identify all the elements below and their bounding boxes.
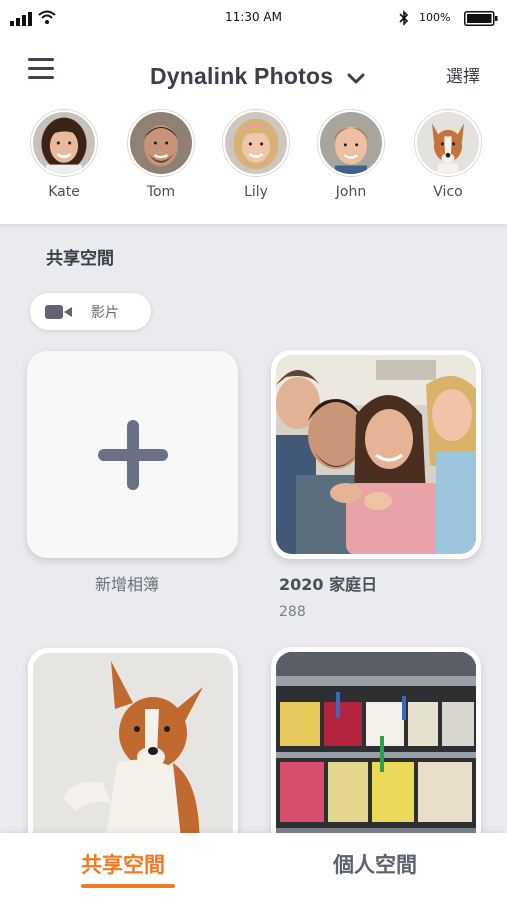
menu-button[interactable]: [26, 54, 58, 82]
person-name: Tom: [146, 184, 176, 200]
menu-icon-bar: [28, 58, 54, 61]
people-row: Kate Tom Lily John Vico: [0, 110, 507, 214]
avatar: [223, 110, 289, 176]
album-count: 288: [279, 604, 306, 620]
status-bar: 11:30 AM 100%: [0, 0, 507, 36]
bluetooth-icon: [399, 10, 409, 26]
album-cover: [276, 355, 476, 554]
avatar: [415, 110, 481, 176]
menu-icon-bar: [28, 67, 54, 70]
person-name: Vico: [433, 184, 463, 200]
page-title: Dynalink Photos: [150, 62, 334, 89]
plus-icon: [97, 419, 168, 490]
new-album-card[interactable]: [27, 351, 238, 558]
active-tab-indicator: [81, 884, 175, 888]
chevron-down-icon: [347, 73, 365, 84]
menu-icon-bar: [28, 76, 54, 79]
album-cover: [276, 652, 476, 856]
person-john[interactable]: John: [311, 110, 391, 200]
album-cover: [33, 653, 233, 857]
album-card-gelato[interactable]: [271, 647, 481, 861]
new-album-label: 新增相簿: [95, 575, 160, 594]
album-space-dropdown[interactable]: Dynalink Photos: [150, 58, 365, 94]
person-vico[interactable]: Vico: [408, 110, 488, 200]
person-name: John: [335, 184, 367, 200]
chip-label: 影片: [91, 304, 119, 321]
person-name: Kate: [48, 184, 80, 200]
video-filter-chip[interactable]: 影片: [30, 293, 151, 330]
section-title: 共享空間: [46, 249, 114, 269]
tab-personal-space[interactable]: 個人空間: [333, 849, 417, 879]
app-header: Dynalink Photos 選擇 Kate Tom Lily John Vi…: [0, 36, 507, 224]
bottom-nav: 共享空間 個人空間: [0, 833, 507, 900]
video-camera-icon: [45, 304, 72, 319]
battery-percent: 100%: [419, 11, 451, 24]
avatar: [318, 110, 384, 176]
person-kate[interactable]: Kate: [24, 110, 104, 200]
person-tom[interactable]: Tom: [121, 110, 201, 200]
battery-icon: [464, 11, 498, 26]
avatar: [128, 110, 194, 176]
avatar: [31, 110, 97, 176]
person-lily[interactable]: Lily: [216, 110, 296, 200]
album-card-dog[interactable]: [28, 648, 238, 862]
person-name: Lily: [244, 184, 268, 200]
tab-shared-space[interactable]: 共享空間: [81, 849, 165, 879]
album-title: 2020 家庭日: [279, 575, 378, 594]
album-card-family-day[interactable]: [271, 350, 481, 559]
select-button[interactable]: 選擇: [446, 62, 480, 87]
